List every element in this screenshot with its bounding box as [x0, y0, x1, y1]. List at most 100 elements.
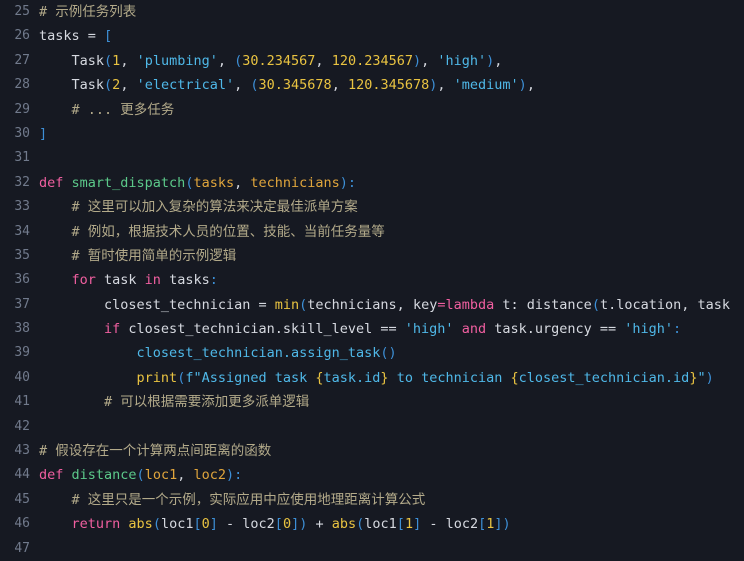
line-content[interactable]: tasks = [ [39, 24, 744, 48]
code-line[interactable]: 28 Task(2, 'electrical', (30.345678, 120… [0, 73, 744, 97]
code-token: " [697, 369, 706, 386]
line-content[interactable]: Task(1, 'plumbing', (30.234567, 120.2345… [39, 49, 744, 73]
code-line[interactable]: 39 closest_technician.assign_task() [0, 341, 744, 365]
code-token: 1 [404, 516, 414, 533]
code-token: , [120, 52, 137, 69]
code-line[interactable]: 37 closest_technician = min (technicians,… [0, 293, 744, 317]
code-line[interactable]: 30] [0, 122, 744, 146]
code-token: return [71, 516, 129, 533]
code-token: loc1 [364, 516, 397, 533]
code-line[interactable]: 45 # 这里只是一个示例，实际应用中应使用地理距离计算公式 [0, 488, 744, 512]
code-line[interactable]: 36 for task in tasks: [0, 268, 744, 292]
code-token: Task [71, 77, 105, 94]
code-line[interactable]: 34 # 例如，根据技术人员的位置、技能、当前任务量等 [0, 220, 744, 244]
code-token: : [347, 174, 357, 191]
line-content[interactable]: def distance(loc1, loc2): [39, 463, 744, 487]
line-number: 31 [14, 150, 30, 166]
line-number: 25 [14, 4, 30, 19]
line-number: 36 [14, 272, 30, 288]
code-token: [ [104, 28, 113, 45]
code-token: smart_dispatch [71, 174, 186, 191]
code-token: # 这里可以加入复杂的算法来决定最佳派单方案 [71, 199, 358, 216]
code-line[interactable]: 43 # 假设存在一个计算两点间距离的函数 [0, 439, 744, 463]
line-content[interactable]: # 假设存在一个计算两点间距离的函数 [39, 439, 744, 463]
code-token: loc1 [144, 467, 178, 484]
line-number: 32 [14, 174, 30, 190]
line-content[interactable]: # 示例任务列表 [39, 0, 744, 24]
line-number: 30 [14, 125, 30, 141]
line-content[interactable]: if closest_technician.skill_level == 'hi… [39, 317, 744, 341]
line-content[interactable]: # 例如，根据技术人员的位置、技能、当前任务量等 [39, 220, 744, 244]
code-token: print [136, 369, 178, 386]
code-line[interactable]: 31 [0, 146, 744, 170]
line-content[interactable]: return abs(loc1[0] - loc2[0]) + abs(loc1… [39, 512, 744, 536]
line-content[interactable]: # 暂时使用简单的示例逻辑 [39, 244, 744, 268]
line-content[interactable]: closest_technician.assign_task() [39, 341, 744, 365]
code-token: ) [412, 52, 422, 69]
code-line[interactable]: 41 # 可以根据需要添加更多派单逻辑 [0, 390, 744, 414]
code-line[interactable]: 40 print(f"Assigned task {task.id} to te… [0, 366, 744, 390]
line-number: 39 [14, 345, 30, 361]
code-line[interactable]: 44 def distance(loc1, loc2): [0, 463, 744, 487]
code-token: == [380, 321, 405, 338]
code-token: closest_technician.id [518, 369, 690, 386]
line-content[interactable]: def smart_dispatch(tasks, technicians): [39, 171, 744, 195]
code-editor[interactable]: 25 # 示例任务列表 26 tasks = [27 Task(1, 'plumbin… [0, 0, 744, 561]
code-line[interactable]: 32 def smart_dispatch(tasks, technicians)… [0, 171, 744, 195]
line-number: 43 [14, 443, 30, 459]
code-token: closest_technician.assign_task [136, 345, 381, 362]
code-line[interactable]: 29 # ... 更多任务 [0, 98, 744, 122]
code-line[interactable]: 33 # 这里可以加入复杂的算法来决定最佳派单方案 [0, 195, 744, 219]
line-number: 28 [14, 77, 30, 93]
code-token: # 示例任务列表 [39, 4, 137, 20]
code-line[interactable]: 25 # 示例任务列表 [0, 0, 744, 24]
code-token: ( [250, 77, 259, 94]
code-token: ] [209, 516, 218, 533]
line-content[interactable]: print(f"Assigned task {task.id} to techn… [39, 366, 744, 390]
code-line[interactable]: 26 tasks = [ [0, 24, 744, 48]
line-number: 45 [14, 491, 30, 507]
code-token: ] [413, 516, 422, 533]
line-content[interactable]: closest_technician = min (technicians, ke… [39, 293, 744, 317]
code-token: { [510, 369, 519, 386]
code-token: # 这里只是一个示例，实际应用中应使用地理距离计算公式 [71, 491, 426, 508]
line-content[interactable]: # 这里只是一个示例，实际应用中应使用地理距离计算公式 [39, 488, 744, 512]
code-token: ) [502, 516, 511, 533]
code-line[interactable]: 47 [0, 537, 744, 561]
code-line[interactable]: 46 return abs(loc1[0] - loc2[0]) + abs(l… [0, 512, 744, 536]
code-token: loc1 [160, 516, 194, 533]
code-token: ) [705, 369, 714, 386]
code-token: = [258, 296, 275, 313]
code-token: task [697, 296, 731, 313]
line-content[interactable]: # ... 更多任务 [39, 98, 744, 122]
code-token: 'medium' [453, 77, 519, 94]
line-content[interactable]: Task(2, 'electrical', (30.345678, 120.34… [39, 73, 744, 97]
line-number: 44 [14, 467, 30, 483]
code-token: if [104, 321, 129, 338]
code-token: # 暂时使用简单的示例逻辑 [71, 247, 237, 264]
code-line[interactable]: 42 [0, 415, 744, 439]
code-token: loc2 [242, 516, 275, 533]
code-token: 120.345678 [347, 77, 430, 94]
line-content[interactable]: for task in tasks: [39, 268, 744, 292]
code-token: ) [518, 77, 527, 94]
code-token: , [437, 77, 454, 94]
line-content[interactable]: # 这里可以加入复杂的算法来决定最佳派单方案 [39, 195, 744, 219]
line-content[interactable]: # 可以根据需要添加更多派单逻辑 [39, 390, 744, 414]
code-line[interactable]: 27 Task(1, 'plumbing', (30.234567, 120.2… [0, 49, 744, 73]
code-token: , [177, 467, 194, 484]
line-content[interactable]: ] [39, 122, 744, 146]
code-token: , [526, 77, 535, 94]
code-line[interactable]: 35 # 暂时使用简单的示例逻辑 [0, 244, 744, 268]
code-line[interactable]: 38 if closest_technician.skill_level == … [0, 317, 744, 341]
line-number: 38 [14, 321, 30, 337]
code-token: t [502, 296, 511, 313]
code-token: ] [291, 516, 300, 533]
code-token: distance [526, 296, 592, 313]
line-number: 33 [14, 199, 30, 215]
